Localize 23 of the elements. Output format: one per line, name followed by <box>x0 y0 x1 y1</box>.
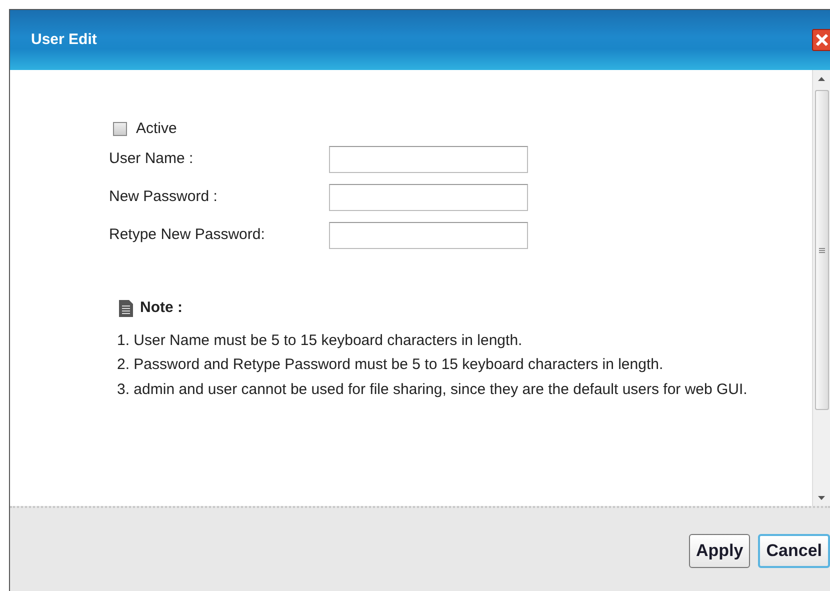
field-label: User Name : <box>109 149 194 170</box>
note-text: 2. Password and Retype Password must be 5 to 15 keyboard characters in length. <box>117 355 664 375</box>
dialog-button[interactable]: Cancel <box>758 534 830 568</box>
note-text: 1. User Name must be 5 to 15 keyboard characters in length. <box>117 330 524 350</box>
active-label: Active <box>136 118 177 139</box>
input-field[interactable] <box>329 184 528 211</box>
close-button[interactable] <box>812 29 830 51</box>
field-label: Retype New Password: <box>109 225 266 246</box>
input-field[interactable] <box>329 222 528 249</box>
note-title: Note : <box>140 298 182 318</box>
note-text: 3. admin and user cannot be used for file sharing, since they are the default users for web GUI. <box>117 380 748 400</box>
scroll-thumb[interactable] <box>814 90 828 410</box>
scroll-down-icon <box>818 496 825 500</box>
active-checkbox[interactable] <box>113 122 127 136</box>
close-icon <box>815 33 829 47</box>
window-title: User Edit <box>31 30 97 50</box>
input-field[interactable] <box>329 146 528 173</box>
scrollbar[interactable] <box>812 70 830 506</box>
field-label: New Password : <box>109 187 218 208</box>
dialog-button[interactable]: Apply <box>689 534 750 568</box>
scroll-up-icon <box>818 77 825 81</box>
grip-icon <box>818 248 824 252</box>
document-icon <box>119 300 133 317</box>
